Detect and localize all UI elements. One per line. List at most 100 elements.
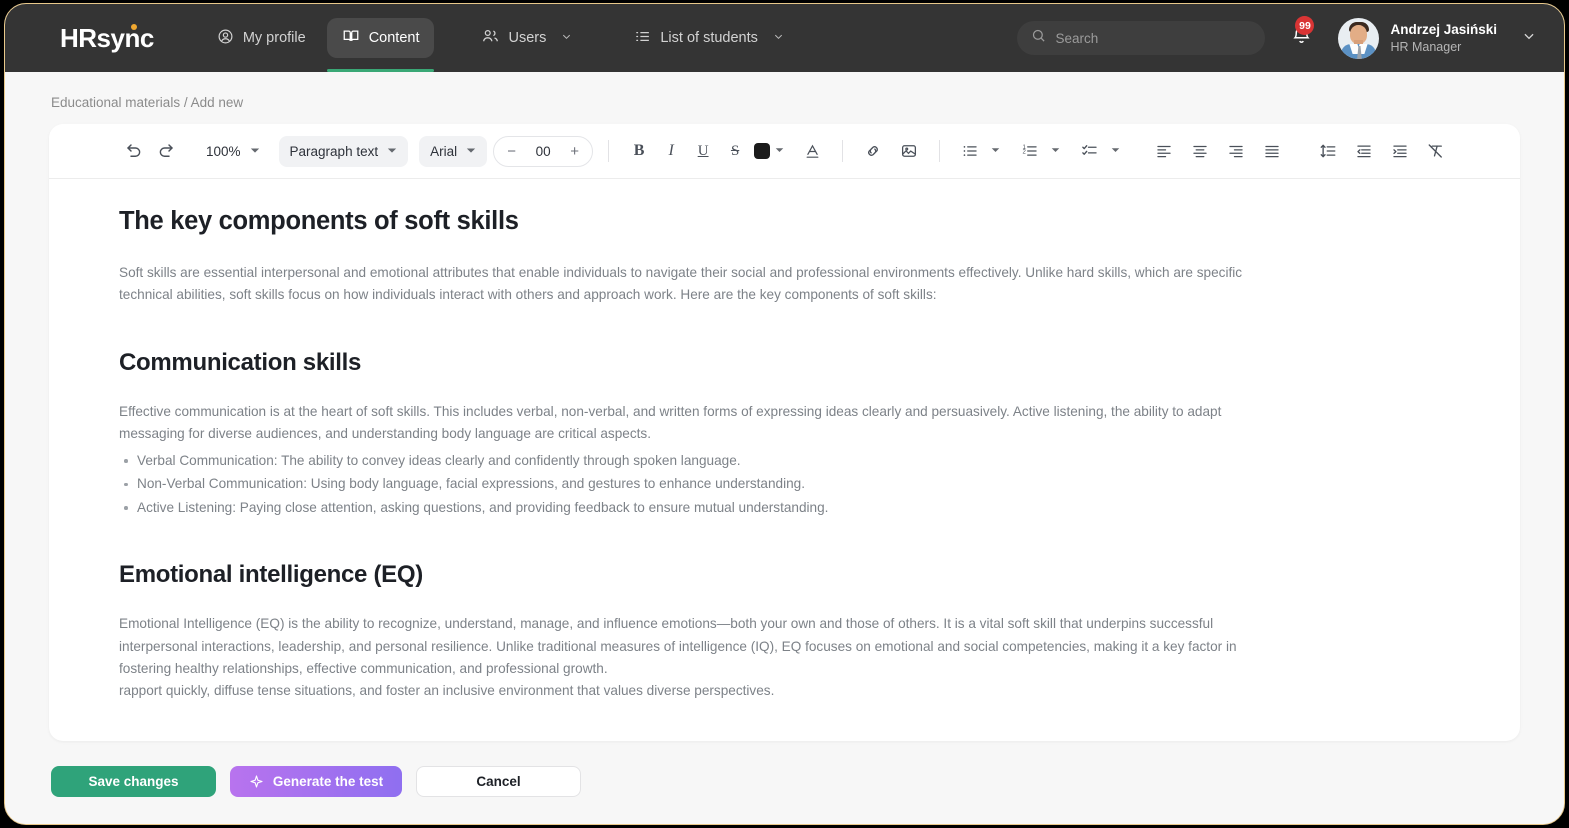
chevron-down-icon-numbered <box>1051 142 1060 160</box>
font-size-decrease-button[interactable]: − <box>499 139 524 164</box>
main-nav: My profile Content Users List of student… <box>202 4 799 72</box>
list-item: Non-Verbal Communication: Using body lan… <box>119 472 1450 496</box>
user-identity: Andrzej Jasiński HR Manager <box>1390 21 1497 55</box>
text-highlight-color-button[interactable] <box>752 136 786 166</box>
font-family-select[interactable]: Arial <box>419 135 488 167</box>
italic-icon: I <box>668 142 674 159</box>
bold-icon: B <box>633 142 645 159</box>
user-name: Andrzej Jasiński <box>1390 22 1497 38</box>
search-icon <box>1031 28 1046 48</box>
book-icon <box>342 27 360 49</box>
action-bar: Save changes Generate the test Cancel <box>49 741 1520 824</box>
chevron-down-icon-bullet <box>991 142 1000 160</box>
user-role: HR Manager <box>1390 39 1462 54</box>
toolbar-divider-1 <box>608 140 610 162</box>
chevron-down-icon-checklist <box>1111 142 1120 160</box>
nav-item-content[interactable]: Content <box>326 18 435 72</box>
decrease-indent-button[interactable] <box>1349 136 1379 166</box>
header-right-cluster: 99 Andrzej Jasiński HR Manager <box>1017 16 1536 59</box>
section-body-communication: Effective communication is at the heart … <box>119 403 1222 442</box>
font-size-stepper[interactable]: − 00 + <box>493 135 594 167</box>
breadcrumb[interactable]: Educational materials / Add new <box>49 72 1520 124</box>
nav-item-my-profile[interactable]: My profile <box>202 19 321 58</box>
font-size-value[interactable]: 00 <box>526 144 560 159</box>
nav-label-my-profile: My profile <box>242 30 306 46</box>
align-right-button[interactable] <box>1221 136 1251 166</box>
nav-label-users: Users <box>508 30 547 46</box>
font-color-button[interactable] <box>797 136 827 166</box>
user-circle-icon <box>217 28 234 49</box>
italic-button[interactable]: I <box>656 136 686 166</box>
save-changes-button[interactable]: Save changes <box>51 766 216 797</box>
toolbar-divider-3 <box>939 140 941 162</box>
insert-link-button[interactable] <box>858 136 888 166</box>
paragraph-style-select[interactable]: Paragraph text <box>278 135 409 167</box>
chevron-down-icon-users[interactable] <box>561 30 572 46</box>
notifications-button[interactable]: 99 <box>1287 16 1316 55</box>
redo-button[interactable] <box>151 136 181 166</box>
nav-item-list-of-students[interactable]: List of students <box>619 19 799 58</box>
app-logo[interactable]: HRsync <box>60 23 154 54</box>
bold-button[interactable]: B <box>624 136 654 166</box>
nav-item-users[interactable]: Users <box>466 18 587 58</box>
cancel-button[interactable]: Cancel <box>416 766 581 797</box>
list-item: Verbal Communication: The ability to con… <box>119 449 1450 473</box>
align-center-button[interactable] <box>1185 136 1215 166</box>
list-item: Active Listening: Paying close attention… <box>119 496 1450 520</box>
chevron-down-icon-students[interactable] <box>773 30 784 46</box>
checklist-button[interactable] <box>1075 136 1105 166</box>
underline-icon: U <box>697 142 709 159</box>
avatar <box>1338 17 1380 59</box>
align-justify-button[interactable] <box>1257 136 1287 166</box>
undo-button[interactable] <box>119 136 149 166</box>
chevron-down-icon-zoom <box>250 144 260 159</box>
document-editor-area[interactable]: The key components of soft skills Soft s… <box>49 179 1520 741</box>
strikethrough-button[interactable]: S <box>720 136 750 166</box>
generate-test-button[interactable]: Generate the test <box>230 766 402 797</box>
editor-card: 100% Paragraph text Arial − 00 + B I U S… <box>49 124 1520 741</box>
nav-label-list-of-students: List of students <box>660 30 758 46</box>
insert-image-button[interactable] <box>894 136 924 166</box>
communication-bullet-list: Verbal Communication: The ability to con… <box>119 449 1450 520</box>
app-logo-text: HRsync <box>60 22 154 53</box>
strikethrough-icon: S <box>730 142 740 159</box>
svg-text:2: 2 <box>1023 149 1027 155</box>
app-window: HRsync My profile Content Users List of … <box>4 3 1565 825</box>
section-heading-communication: Communication skills <box>119 348 362 376</box>
chevron-down-icon-font <box>466 144 476 159</box>
users-icon <box>481 27 499 49</box>
bullet-list-options-button[interactable] <box>987 136 1003 166</box>
top-header: HRsync My profile Content Users List of … <box>5 4 1564 72</box>
chevron-down-icon-color <box>775 142 784 160</box>
font-size-increase-button[interactable]: + <box>562 139 587 164</box>
user-menu[interactable]: Andrzej Jasiński HR Manager <box>1338 17 1536 59</box>
document-title: The key components of soft skills <box>119 207 519 235</box>
search-box[interactable] <box>1017 21 1266 55</box>
line-spacing-button[interactable] <box>1313 136 1343 166</box>
bell-icon <box>1291 26 1312 50</box>
checklist-options-button[interactable] <box>1107 136 1123 166</box>
toolbar-divider-2 <box>842 140 844 162</box>
font-family-value: Arial <box>430 143 458 159</box>
sparkle-icon <box>249 774 264 789</box>
numbered-list-button[interactable]: 1 2 <box>1015 136 1045 166</box>
underline-button[interactable]: U <box>688 136 718 166</box>
editor-toolbar: 100% Paragraph text Arial − 00 + B I U S… <box>49 124 1520 179</box>
document-intro-paragraph: Soft skills are essential interpersonal … <box>119 265 1243 303</box>
paragraph-style-value: Paragraph text <box>289 143 379 159</box>
list-icon <box>634 28 651 49</box>
search-input[interactable] <box>1055 30 1252 46</box>
section-body-emotional-intelligence-continued: rapport quickly, diffuse tense situation… <box>119 683 775 699</box>
logo-dot-icon <box>130 23 137 30</box>
chevron-down-icon-user[interactable] <box>1522 29 1536 48</box>
bullet-list-button[interactable] <box>955 136 985 166</box>
chevron-down-icon-paragraph <box>387 144 397 159</box>
numbered-list-options-button[interactable] <box>1047 136 1063 166</box>
align-left-button[interactable] <box>1149 136 1179 166</box>
increase-indent-button[interactable] <box>1385 136 1415 166</box>
clear-formatting-button[interactable] <box>1421 136 1451 166</box>
zoom-value: 100% <box>206 143 241 159</box>
generate-test-label: Generate the test <box>272 774 384 789</box>
color-swatch-icon <box>754 143 771 159</box>
zoom-select[interactable]: 100% <box>195 136 271 167</box>
